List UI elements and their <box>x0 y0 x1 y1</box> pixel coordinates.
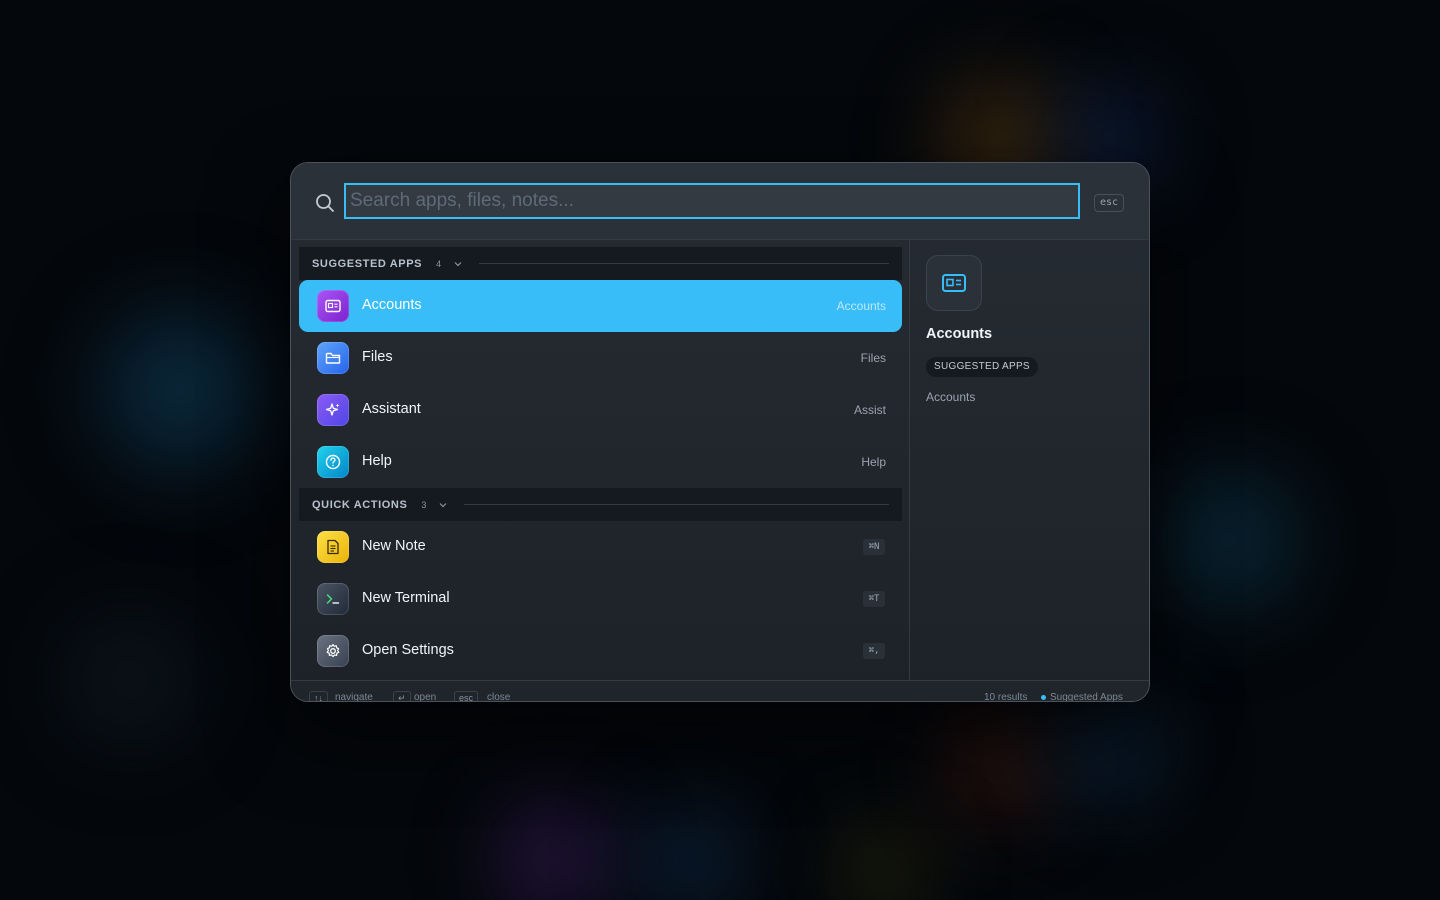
item-category: Files <box>860 351 886 365</box>
terminal-icon <box>317 583 349 615</box>
section-divider <box>464 504 889 505</box>
item-category: Assist <box>853 403 886 417</box>
item-category: Accounts <box>836 299 886 313</box>
section-header-quick-actions[interactable]: QUICK ACTIONS 3 <box>299 488 902 521</box>
results-count: 10 results <box>984 692 1028 702</box>
context-dot <box>1041 695 1046 700</box>
item-label: Assistant <box>362 401 421 417</box>
navigate-key: ↑↓ <box>309 691 328 701</box>
item-category: Help <box>861 455 886 469</box>
section-title: SUGGESTED APPS <box>312 257 423 270</box>
search-bar: esc <box>291 163 1149 240</box>
preview-title: Accounts <box>926 326 993 342</box>
section-divider <box>479 263 889 264</box>
shortcut-badge: ⌘N <box>863 539 885 555</box>
list-item-files[interactable]: Files Files <box>299 332 902 384</box>
id-card-icon <box>926 255 982 311</box>
open-hint: open <box>414 692 437 702</box>
chevron-down-icon[interactable] <box>438 500 448 510</box>
item-label: New Note <box>362 538 426 554</box>
search-input[interactable] <box>344 183 1080 219</box>
list-item-accounts[interactable]: Accounts Accounts <box>299 280 902 332</box>
esc-key-badge[interactable]: esc <box>1094 194 1124 212</box>
close-key: esc <box>454 691 479 701</box>
footer-bar: ↑↓ navigate ↵ open esc close 10 results … <box>291 680 1149 702</box>
item-label: Files <box>362 349 393 365</box>
shortcut-badge: ⌘, <box>863 643 885 659</box>
open-key: ↵ <box>393 691 411 701</box>
list-item-help[interactable]: Help Help <box>299 436 902 488</box>
chevron-down-icon[interactable] <box>453 259 463 269</box>
list-item-open-settings[interactable]: Open Settings ⌘, <box>299 625 902 677</box>
section-title: QUICK ACTIONS <box>312 498 408 511</box>
list-item-assistant[interactable]: Assistant Assist <box>299 384 902 436</box>
id-card-icon <box>317 290 349 322</box>
results-list: SUGGESTED APPS 4 Accounts Accounts Files… <box>299 247 902 677</box>
list-item-new-terminal[interactable]: New Terminal ⌘T <box>299 573 902 625</box>
help-circle-icon <box>317 446 349 478</box>
gear-icon <box>317 635 349 667</box>
item-label: New Terminal <box>362 590 450 606</box>
list-item-new-note[interactable]: New Note ⌘N <box>299 521 902 573</box>
section-header-suggested-apps[interactable]: SUGGESTED APPS 4 <box>299 247 902 280</box>
sparkle-icon <box>317 394 349 426</box>
command-palette: esc SUGGESTED APPS 4 Accounts Accounts <box>290 162 1150 702</box>
search-icon <box>316 194 334 212</box>
context-label: Suggested Apps <box>1050 692 1123 702</box>
item-label: Open Settings <box>362 642 454 658</box>
navigate-hint: navigate <box>335 692 373 702</box>
folder-icon <box>317 342 349 374</box>
preview-subtitle: Accounts <box>926 390 976 404</box>
shortcut-badge: ⌘T <box>863 591 885 607</box>
note-icon <box>317 531 349 563</box>
preview-panel: Accounts SUGGESTED APPS Accounts <box>910 240 1149 680</box>
item-label: Help <box>362 453 392 469</box>
section-count: 3 <box>421 499 427 510</box>
section-count: 4 <box>436 258 442 269</box>
close-hint: close <box>487 692 511 702</box>
preview-category-badge: SUGGESTED APPS <box>926 357 1038 377</box>
item-label: Accounts <box>362 297 422 313</box>
